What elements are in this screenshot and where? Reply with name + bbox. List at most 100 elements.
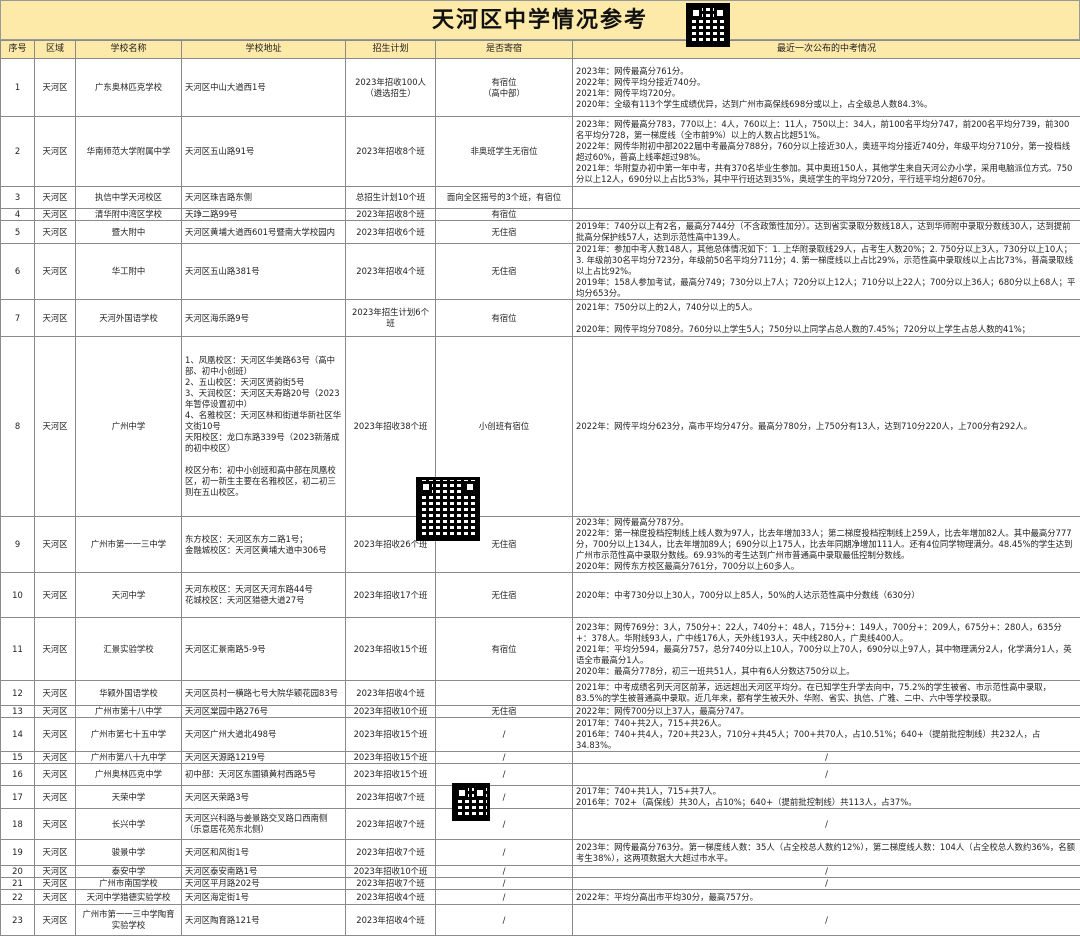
table-row: 2天河区华南师范大学附属中学天河区五山路91号2023年招收8个班非奥班学生无宿… (1, 117, 1080, 187)
row-plan: 总招生计划10个班 (346, 187, 436, 209)
row-address: 天竫二路99号 (182, 209, 346, 221)
row-exam-result: 2023年：网传最高分763分。第一梯度线人数：35人（占全校总人数约12%），… (573, 840, 1080, 866)
row-number: 12 (1, 681, 35, 706)
row-school-name: 汇景实验学校 (76, 618, 182, 681)
row-address: 天河区平月路202号 (182, 878, 346, 890)
row-area: 天河区 (35, 59, 76, 117)
row-plan: 2023年招收15个班 (346, 752, 436, 764)
row-boarding: 有宿位 （高中部） (436, 59, 573, 117)
row-area: 天河区 (35, 890, 76, 905)
row-area: 天河区 (35, 618, 76, 681)
row-number: 14 (1, 718, 35, 752)
row-number: 15 (1, 752, 35, 764)
row-plan: 2023年招收15个班 (346, 764, 436, 786)
row-plan: 2023年招收7个班 (346, 878, 436, 890)
row-school-name: 天荣中学 (76, 786, 182, 809)
table-row: 17天河区天荣中学天河区天荣路3号2023年招收7个班/2017年：740+共1… (1, 786, 1080, 809)
row-plan: 2023年招收7个班 (346, 786, 436, 809)
header-area: 区域 (35, 41, 76, 59)
row-exam-result: / (573, 752, 1080, 764)
row-boarding: 无住宿 (436, 221, 573, 244)
row-plan: 2023年招收17个班 (346, 573, 436, 618)
row-boarding: / (436, 878, 573, 890)
row-address: 天河区中山大道西1号 (182, 59, 346, 117)
row-number: 17 (1, 786, 35, 809)
row-area: 天河区 (35, 244, 76, 300)
row-address: 天河区五山路91号 (182, 117, 346, 187)
table-row: 12天河区华颖外国语学校天河区员村一横路七号大院华颖花园83号2023年招收4个… (1, 681, 1080, 706)
row-area: 天河区 (35, 517, 76, 573)
row-school-name: 广州市第七十五中学 (76, 718, 182, 752)
table-row: 19天河区骏景中学天河区和风街1号2023年招收7个班/2023年：网传最高分7… (1, 840, 1080, 866)
row-exam-result: 2023年：网传最高分787分。 2022年：第一梯度投档控制线上线人数为97人… (573, 517, 1080, 573)
row-number: 23 (1, 905, 35, 936)
spreadsheet: 天河区中学情况参考 序号 区域 学校名称 学校地址 招生计划 是否寄宿 最近一次… (0, 0, 1080, 928)
row-plan: 2023年招收4个班 (346, 244, 436, 300)
row-plan: 2023年招收4个班 (346, 890, 436, 905)
row-area: 天河区 (35, 337, 76, 517)
row-exam-result: 2019年：740分以上有2名，最高分744分（不含政策性加分）。达到省实录取分… (573, 221, 1080, 244)
row-school-name: 骏景中学 (76, 840, 182, 866)
row-school-name: 广州市第一一三中学陶育实验学校 (76, 905, 182, 936)
row-address: 天河区黄埔大道西601号暨南大学校园内 (182, 221, 346, 244)
row-school-name: 泰安中学 (76, 866, 182, 878)
row-address: 天河区五山路381号 (182, 244, 346, 300)
row-number: 1 (1, 59, 35, 117)
header-plan: 招生计划 (346, 41, 436, 59)
row-plan: 2023年招收8个班 (346, 117, 436, 187)
row-boarding: / (436, 890, 573, 905)
row-exam-result: 2023年：网传最高分761分。 2022年：网传平均分接近740分。 2021… (573, 59, 1080, 117)
row-number: 8 (1, 337, 35, 517)
row-address: 天河区天源路1219号 (182, 752, 346, 764)
row-exam-result (573, 187, 1080, 209)
table-row: 9天河区广州市第一一三中学东方校区：天河区东方二路1号； 金融城校区：天河区黄埔… (1, 517, 1080, 573)
row-plan: 2023年招生计划6个班 (346, 300, 436, 337)
row-area: 天河区 (35, 786, 76, 809)
row-number: 20 (1, 866, 35, 878)
table-row: 14天河区广州市第七十五中学天河区广州大道北498号2023年招收15个班/20… (1, 718, 1080, 752)
table-row: 20天河区泰安中学天河区泰安南路1号2023年招收10个班// (1, 866, 1080, 878)
table-body: 1天河区广东奥林匹克学校天河区中山大道西1号2023年招收100人 （遴选招生）… (1, 59, 1080, 936)
row-area: 天河区 (35, 300, 76, 337)
row-boarding: 有宿位 (436, 209, 573, 221)
header-address: 学校地址 (182, 41, 346, 59)
row-school-name: 清华附中湾区学校 (76, 209, 182, 221)
row-exam-result: 2021年：参加中考人数148人，其他总体情况如下：1. 上华附录取线29人，占… (573, 244, 1080, 300)
row-address: 天河区海乐路9号 (182, 300, 346, 337)
row-number: 5 (1, 221, 35, 244)
row-address: 天河区汇景南路5-9号 (182, 618, 346, 681)
row-exam-result: 2020年：中考730分以上30人，700分以上85人，50%的人达示范性高中分… (573, 573, 1080, 618)
row-area: 天河区 (35, 718, 76, 752)
row-school-name: 天河中学猎德实验学校 (76, 890, 182, 905)
row-address: 天河区珠吉路东侧 (182, 187, 346, 209)
table-row: 3天河区执信中学天河校区天河区珠吉路东侧总招生计划10个班面向全区摇号的3个班，… (1, 187, 1080, 209)
header-school-name: 学校名称 (76, 41, 182, 59)
row-school-name: 执信中学天河校区 (76, 187, 182, 209)
row-exam-result: / (573, 809, 1080, 840)
table-row: 4天河区清华附中湾区学校天竫二路99号2023年招收8个班有宿位 (1, 209, 1080, 221)
row-address: 天河区和风街1号 (182, 840, 346, 866)
row-boarding: 有宿位 (436, 618, 573, 681)
row-school-name: 广州市第一一三中学 (76, 517, 182, 573)
row-number: 2 (1, 117, 35, 187)
row-plan: 2023年招收4个班 (346, 681, 436, 706)
row-boarding: 有宿位 (436, 300, 573, 337)
row-number: 4 (1, 209, 35, 221)
row-address: 1、凤凰校区：天河区华美路63号（高中部、初中小创班） 2、五山校区：天河区贤韵… (182, 337, 346, 517)
row-school-name: 广州市第八十九中学 (76, 752, 182, 764)
row-address: 初中部：天河区东圃镇黄村西路5号 (182, 764, 346, 786)
row-plan: 2023年招收7个班 (346, 809, 436, 840)
qr-code-icon (452, 783, 490, 821)
row-area: 天河区 (35, 752, 76, 764)
row-school-name: 华工附中 (76, 244, 182, 300)
row-number: 6 (1, 244, 35, 300)
row-boarding: 非奥班学生无宿位 (436, 117, 573, 187)
row-school-name: 暨大附中 (76, 221, 182, 244)
row-address: 天河区广州大道北498号 (182, 718, 346, 752)
row-boarding: / (436, 718, 573, 752)
title-bar: 天河区中学情况参考 (0, 0, 1080, 40)
row-address: 天河区天荣路3号 (182, 786, 346, 809)
row-boarding: / (436, 905, 573, 936)
table-row: 18天河区长兴中学天河区兴科路与姜景路交叉路口西南侧（乐意居花苑东北侧）2023… (1, 809, 1080, 840)
row-plan: 2023年招收4个班 (346, 905, 436, 936)
